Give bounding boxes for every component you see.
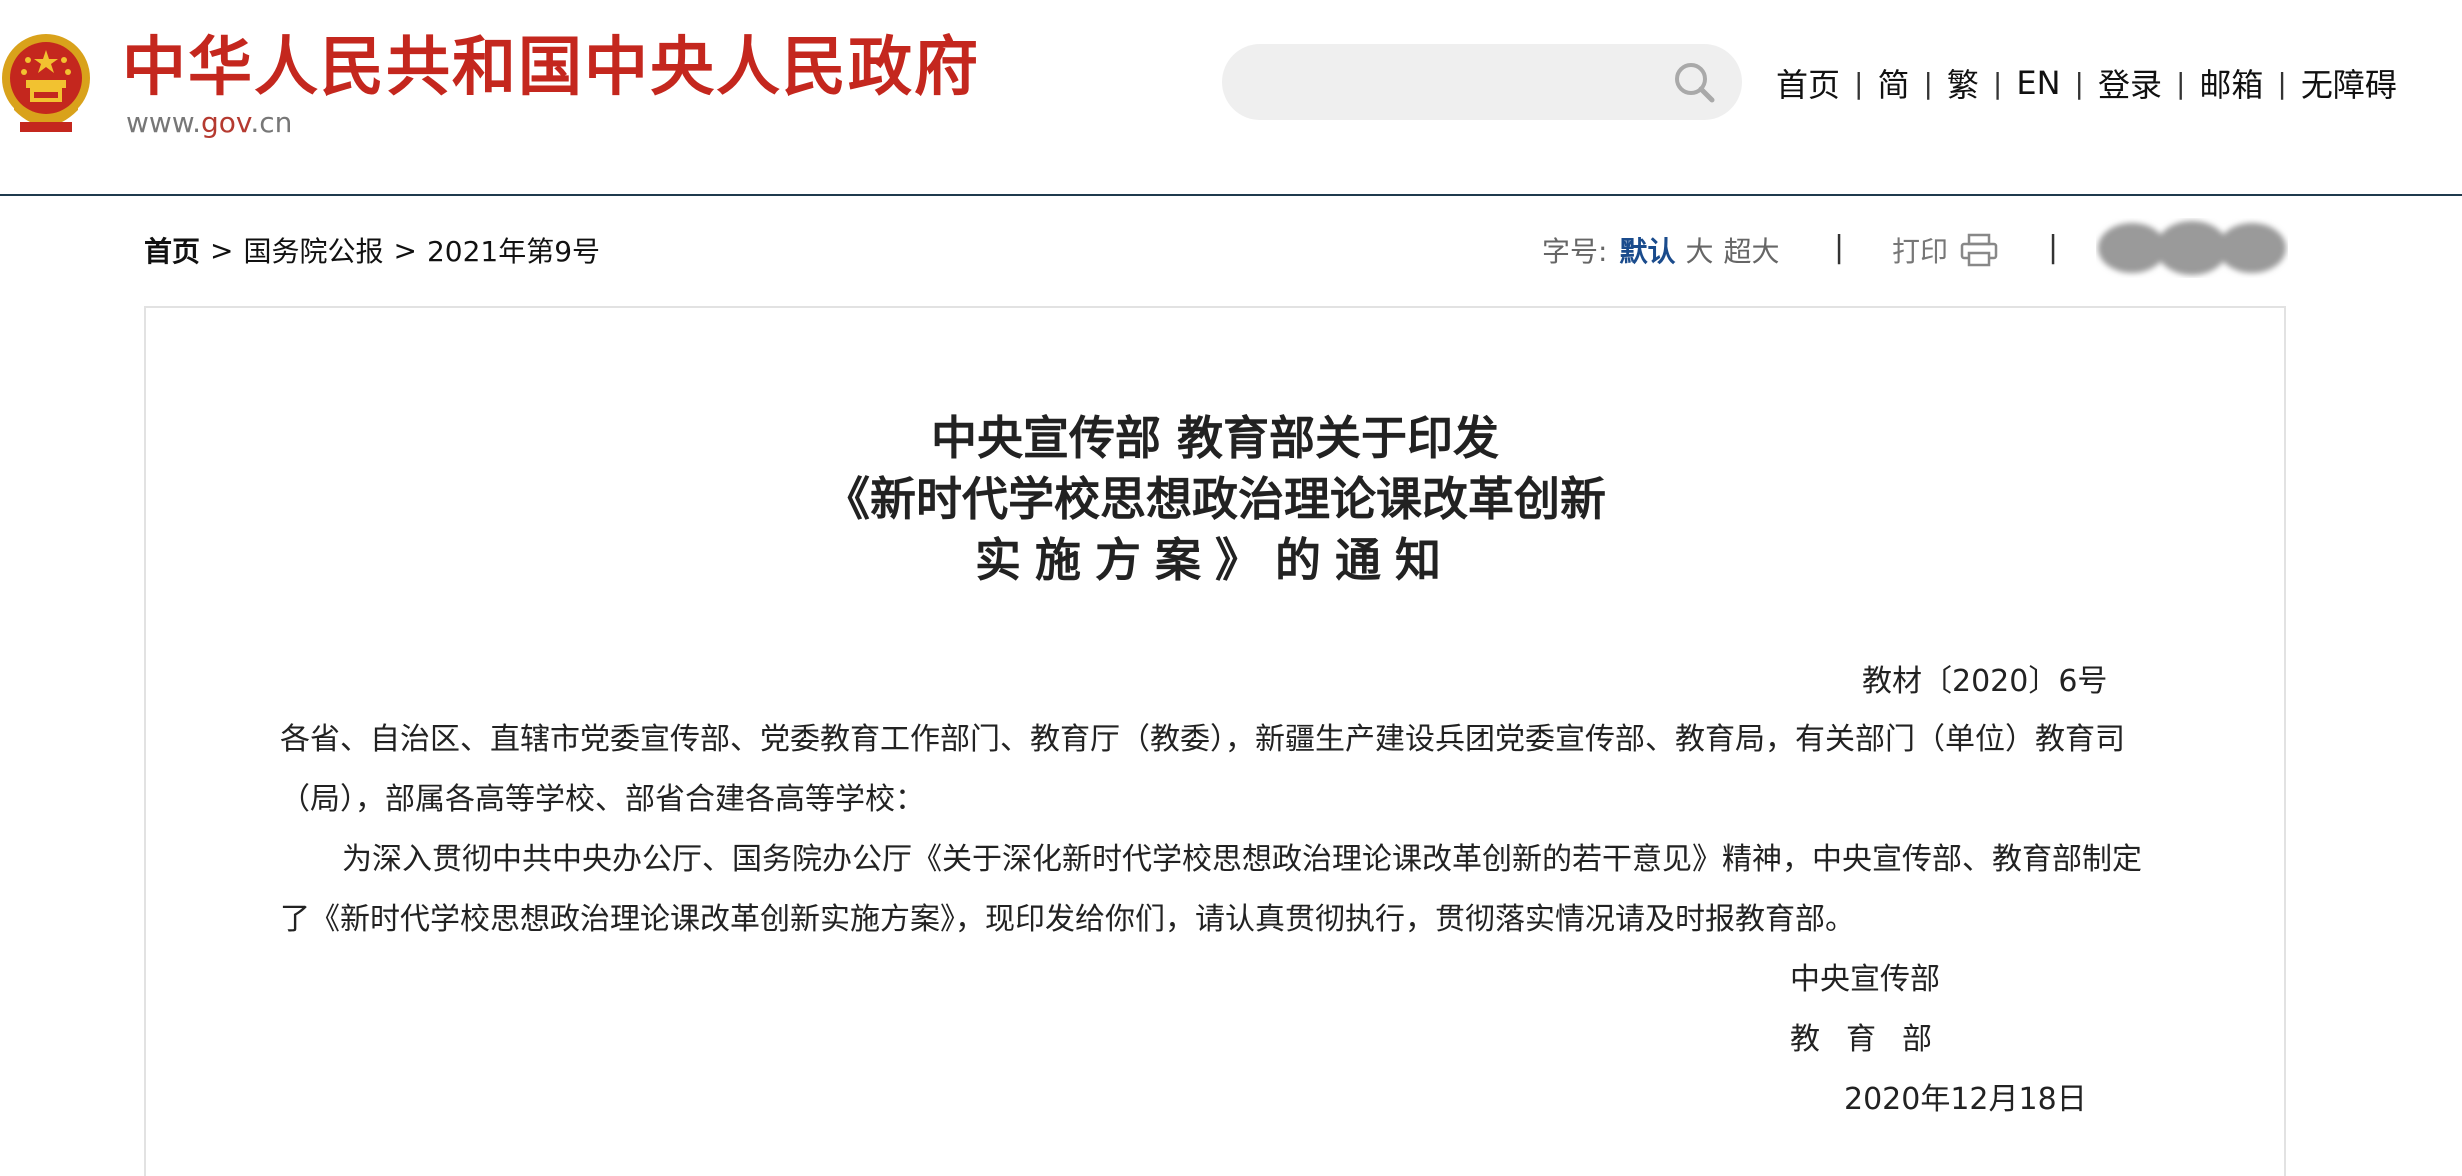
nav-separator: | — [1992, 66, 2003, 100]
nav-separator: | — [2175, 66, 2186, 100]
site-title[interactable]: 中华人民共和国中央人民政府 — [122, 28, 980, 108]
breadcrumb: 首页 > 国务院公报 > 2021年第9号 — [144, 230, 600, 270]
toolbar-divider: | — [2048, 230, 2059, 265]
site-url[interactable]: www.gov.cn — [126, 106, 292, 139]
nav-item-login[interactable]: 登录 — [2098, 60, 2162, 106]
nav-item-mail[interactable]: 邮箱 — [2199, 60, 2263, 106]
body-paragraph: 为深入贯彻中共中央办公厅、国务院办公厅《关于深化新时代学校思想政治理论课改革创新… — [280, 842, 2142, 937]
print-button[interactable]: 打印 — [1892, 230, 1998, 270]
breadcrumb-issue[interactable]: 2021年第9号 — [427, 230, 600, 270]
issue-date: 2020年12月18日 — [1844, 1082, 2087, 1117]
font-size-selector: 字号: 默认 大 超大 — [1542, 230, 1779, 270]
site-url-suffix: .cn — [250, 106, 293, 139]
breadcrumb-home[interactable]: 首页 — [144, 230, 200, 270]
toolbar-divider: | — [1834, 230, 1845, 265]
nav-item-accessibility[interactable]: 无障碍 — [2301, 60, 2397, 106]
share-icons-blurred[interactable] — [2096, 218, 2288, 278]
title-line: 《新时代学校思想政治理论课改革创新 — [824, 472, 1606, 526]
nav-item-simplified[interactable]: 简 — [1877, 60, 1909, 106]
title-line: 实施方案》的通知 — [975, 533, 1455, 587]
nav-item-english[interactable]: EN — [2016, 64, 2060, 102]
nav-separator: | — [2277, 66, 2287, 100]
recipients-paragraph: 各省、自治区、直辖市党委宣传部、党委教育工作部门、教育厅（教委），新疆生产建设兵… — [280, 722, 2125, 817]
site-header: 中华人民共和国中央人民政府 www.gov.cn 首页 | 简 | 繁 | EN… — [0, 0, 2462, 196]
site-url-prefix: www. — [126, 106, 202, 139]
font-size-xlarge[interactable]: 超大 — [1723, 230, 1779, 270]
nav-item-home[interactable]: 首页 — [1776, 60, 1840, 106]
document-title: 中央宣传部 教育部关于印发 《新时代学校思想政治理论课改革创新 实施方案》的通知 — [146, 408, 2284, 591]
nav-separator: | — [2074, 66, 2084, 100]
national-emblem-icon[interactable] — [0, 30, 92, 142]
article-container: 中央宣传部 教育部关于印发 《新时代学校思想政治理论课改革创新 实施方案》的通知… — [144, 306, 2286, 1176]
site-url-highlight: gov — [201, 106, 251, 139]
top-nav: 首页 | 简 | 繁 | EN | 登录 | 邮箱 | 无障碍 — [1776, 58, 2397, 108]
nav-separator: | — [1854, 66, 1864, 100]
search-icon[interactable] — [1672, 60, 1716, 104]
printer-icon — [1960, 233, 1998, 267]
signatory: 中央宣传部 — [1790, 962, 1940, 997]
document-number: 教材〔2020〕6号 — [1862, 664, 2108, 699]
font-size-label: 字号: — [1542, 235, 1608, 268]
print-label: 打印 — [1892, 235, 1949, 268]
nav-separator: | — [1923, 66, 1933, 100]
breadcrumb-separator: > — [210, 233, 234, 267]
title-line: 中央宣传部 教育部关于印发 — [930, 411, 1499, 465]
breadcrumb-separator: > — [393, 233, 417, 267]
search-input[interactable] — [1222, 44, 1742, 120]
breadcrumb-bulletin[interactable]: 国务院公报 — [243, 230, 383, 270]
signatory: 教育部 — [1790, 1022, 1958, 1057]
font-size-default[interactable]: 默认 — [1619, 230, 1675, 270]
font-size-large[interactable]: 大 — [1685, 230, 1713, 270]
nav-item-traditional[interactable]: 繁 — [1947, 60, 1979, 106]
